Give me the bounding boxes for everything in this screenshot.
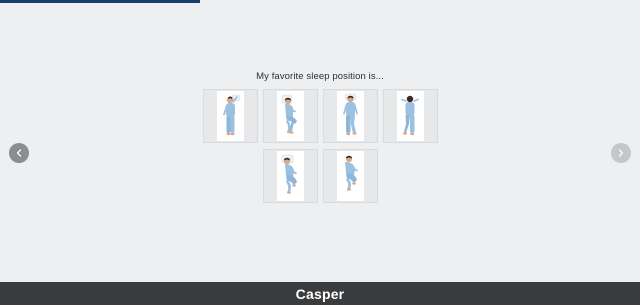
option-back-arms-down[interactable] <box>322 89 378 143</box>
sleep-position-options <box>0 89 640 209</box>
option-back-arm-up[interactable] <box>202 89 258 143</box>
next-button[interactable] <box>611 143 631 163</box>
sleeper-side-curled-pillow-image <box>276 151 304 201</box>
option-stomach-arms-up[interactable] <box>382 89 438 143</box>
previous-button[interactable] <box>9 143 29 163</box>
sleeper-side-fetal-image <box>276 91 304 141</box>
footer-bar: Casper <box>0 282 640 305</box>
progress-fill <box>0 0 200 3</box>
sleeper-side-curled-image <box>336 151 364 201</box>
sleeper-back-arm-up-image <box>216 91 244 141</box>
option-side-fetal-pillow[interactable] <box>262 89 318 143</box>
question-title: My favorite sleep position is... <box>256 71 384 82</box>
sleeper-back-arms-down-image <box>336 91 364 141</box>
chevron-left-icon <box>16 149 22 157</box>
progress-bar <box>0 0 640 3</box>
option-side-curled-pillow[interactable] <box>262 149 318 203</box>
option-side-curled[interactable] <box>322 149 378 203</box>
casper-logo: Casper <box>295 285 345 302</box>
options-row-2 <box>0 149 640 203</box>
chevron-right-icon <box>618 149 624 157</box>
options-row-1 <box>0 89 640 143</box>
sleeper-stomach-image <box>396 91 424 141</box>
